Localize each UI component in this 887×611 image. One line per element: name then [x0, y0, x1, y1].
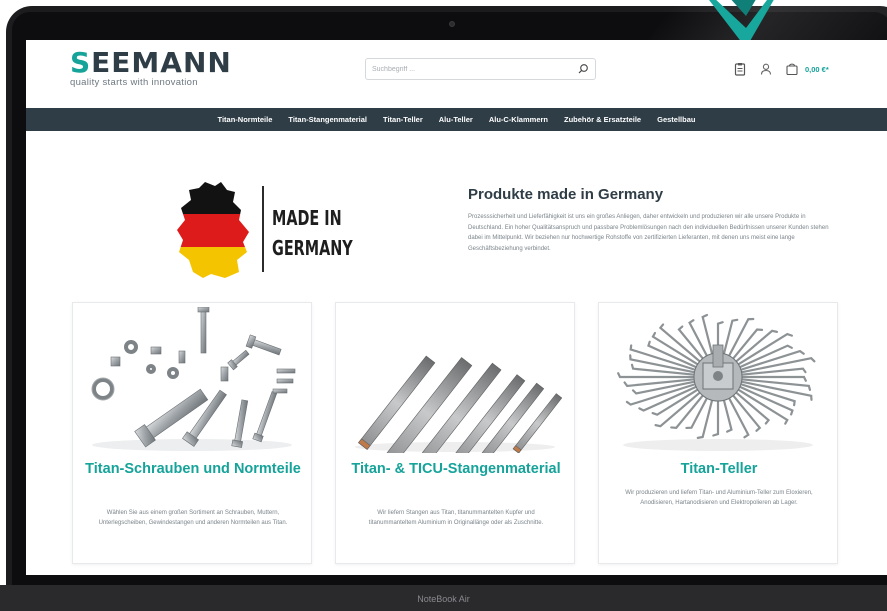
stage: SEEMANN quality starts with innovation S…	[0, 0, 887, 611]
card-title[interactable]: Titan- & TICU-Stangenmaterial	[346, 459, 566, 479]
nav-item-gestellbau[interactable]: Gestellbau	[657, 115, 695, 124]
header-actions: 0,00 €*	[733, 61, 829, 77]
card-text: Wir produzieren und liefern Titan- und A…	[625, 490, 813, 506]
cart-icon[interactable]	[785, 62, 799, 76]
logo-s-mark: S	[70, 46, 92, 79]
nav-item-alu-c-klammern[interactable]: Alu-C-Klammern	[489, 115, 548, 124]
nav-item-titan-stangenmaterial[interactable]: Titan-Stangenmaterial	[288, 115, 367, 124]
browser-screen: SEEMANN quality starts with innovation S…	[26, 40, 887, 575]
divider-bar	[262, 186, 264, 272]
brand-logo[interactable]: SEEMANN quality starts with innovation	[70, 46, 232, 89]
logo-wordmark: SEEMANN	[70, 46, 232, 79]
search-box	[365, 58, 596, 80]
intro-text: Prozesssicherheit und Lieferfähigkeit is…	[468, 214, 829, 252]
search-input[interactable]	[372, 62, 562, 77]
germany-flag-map-icon	[177, 182, 249, 278]
clipboard-icon[interactable]	[733, 62, 747, 76]
nav-item-alu-teller[interactable]: Alu-Teller	[439, 115, 473, 124]
product-card-teller[interactable]: Titan-Teller Wir produzieren und liefern…	[598, 302, 838, 564]
made-in-line: MADE IN	[272, 206, 342, 230]
card-text: Wählen Sie aus einem großen Sortiment an…	[98, 510, 288, 526]
device-label: NoteBook Air	[417, 594, 470, 604]
intro-title: Produkte made in Germany	[468, 186, 664, 203]
screws-image	[91, 307, 296, 451]
titanium-rack-image	[617, 313, 816, 451]
product-card-stangenmaterial[interactable]: Titan- & TICU-Stangenmaterial Wir liefer…	[335, 302, 575, 564]
card-text: Wir liefern Stangen aus Titan, titanumma…	[368, 510, 544, 526]
germany-line: GERMANY	[272, 236, 353, 260]
user-icon[interactable]	[759, 62, 773, 76]
cart-total[interactable]: 0,00 €*	[805, 65, 829, 74]
main-nav: Titan-Normteile Titan-Stangenmaterial Ti…	[26, 108, 887, 131]
rods-image	[355, 355, 563, 453]
camera-dot	[449, 21, 455, 27]
site-header: SEEMANN quality starts with innovation S…	[26, 40, 887, 108]
nav-item-titan-teller[interactable]: Titan-Teller	[383, 115, 423, 124]
nav-item-titan-normteile[interactable]: Titan-Normteile	[218, 115, 273, 124]
search-icon[interactable]	[577, 63, 589, 75]
nav-item-zubehoer[interactable]: Zubehör & Ersatzteile	[564, 115, 641, 124]
product-card-schrauben[interactable]: Titan-Schrauben und Normteile Wählen Sie…	[72, 302, 312, 564]
card-title[interactable]: Titan-Teller	[609, 459, 829, 479]
card-title[interactable]: Titan-Schrauben und Normteile	[83, 459, 303, 479]
made-in-germany-text: MADE IN GERMANY	[272, 203, 353, 263]
